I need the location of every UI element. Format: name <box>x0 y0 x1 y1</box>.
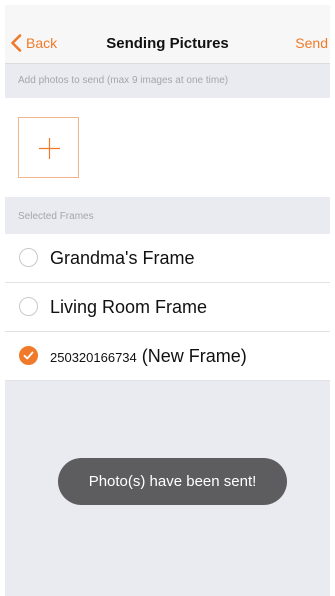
frame-row-grandmas-frame[interactable]: Grandma's Frame <box>5 234 330 283</box>
photos-hint: Add photos to send (max 9 images at one … <box>18 75 229 86</box>
frame-name: Grandma's Frame <box>50 248 195 268</box>
plus-icon <box>39 138 60 159</box>
frame-id: 250320166734 <box>50 350 137 365</box>
send-button[interactable]: Send <box>295 35 328 51</box>
checkmark-icon <box>23 351 34 360</box>
frame-radio[interactable] <box>19 297 38 316</box>
frames-section-header: Selected Frames <box>5 197 330 234</box>
frame-list: Grandma's Frame Living Room Frame 250320… <box>5 234 330 381</box>
photo-area <box>5 98 330 197</box>
screen: Back Sending Pictures Send Add photos to… <box>5 5 330 596</box>
frame-row-living-room-frame[interactable]: Living Room Frame <box>5 283 330 332</box>
photos-section-header: Add photos to send (max 9 images at one … <box>5 64 330 98</box>
add-photo-button[interactable] <box>18 117 79 178</box>
page-title: Sending Pictures <box>106 35 229 52</box>
frame-suffix: (New Frame) <box>141 346 247 366</box>
frame-row-new-frame[interactable]: 250320166734 (New Frame) <box>5 332 330 381</box>
frame-name: Living Room Frame <box>50 297 208 317</box>
frame-radio-checked[interactable] <box>19 346 38 365</box>
navigation-bar: Back Sending Pictures Send <box>5 5 330 64</box>
frame-name: 250320166734 (New Frame) <box>50 346 247 367</box>
frames-section-label: Selected Frames <box>18 211 94 222</box>
toast-message: Photo(s) have been sent! <box>58 458 287 505</box>
frame-radio[interactable] <box>19 248 38 267</box>
